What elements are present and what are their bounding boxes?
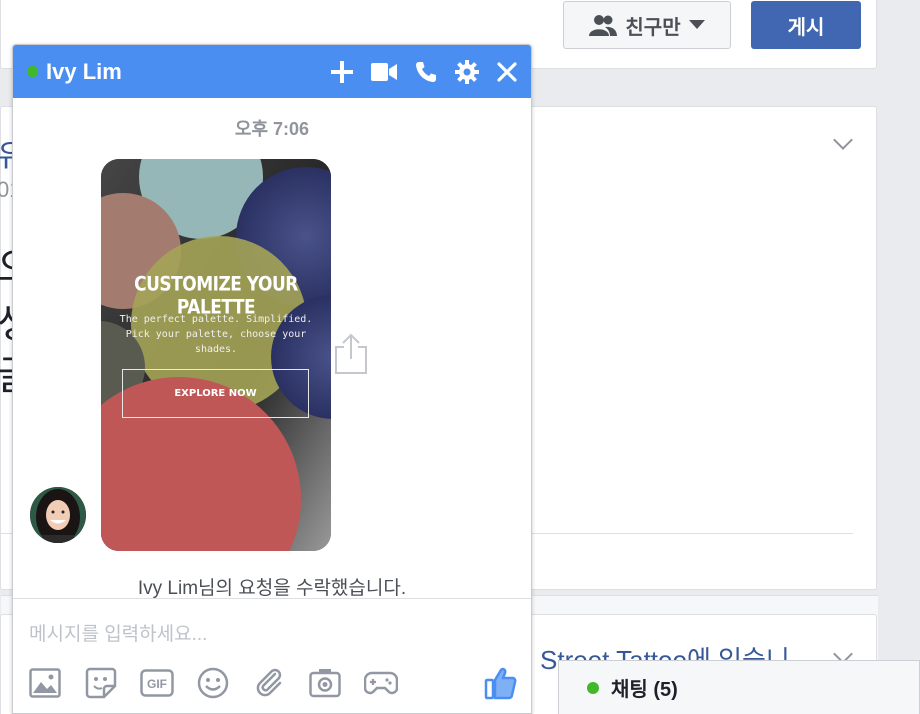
like-button[interactable]: [483, 665, 519, 701]
message-composer: GIF: [13, 598, 531, 713]
sticker-icon: [85, 667, 117, 699]
games-button[interactable]: [363, 665, 399, 701]
photo-icon: [29, 668, 61, 698]
attach-file-button[interactable]: [251, 665, 287, 701]
share-icon[interactable]: [333, 333, 369, 375]
message-input[interactable]: [29, 613, 509, 657]
sticker-button[interactable]: [83, 665, 119, 701]
friends-icon: [589, 15, 618, 36]
shared-ad-card[interactable]: CUSTOMIZE YOUR PALETTE The perfect palet…: [101, 159, 331, 551]
emoji-icon: [197, 667, 229, 699]
request-accepted-notice: Ivy Lim님의 요청을 수락했습니다.: [137, 578, 407, 599]
camera-button[interactable]: [307, 665, 343, 701]
gif-label: GIF: [147, 677, 167, 691]
video-call-icon[interactable]: [371, 62, 397, 81]
gif-button[interactable]: GIF: [139, 665, 175, 701]
chat-dock-tab[interactable]: 채팅 (5): [558, 660, 920, 714]
ad-subtitle: The perfect palette. Simplified. Pick yo…: [119, 314, 313, 355]
contact-name[interactable]: Ivy Lim: [46, 59, 331, 85]
chat-header[interactable]: Ivy Lim: [13, 45, 531, 98]
add-people-icon[interactable]: [331, 60, 353, 83]
privacy-selector-button[interactable]: 친구만: [563, 1, 731, 49]
emoji-button[interactable]: [195, 665, 231, 701]
thumbs-up-icon: [484, 667, 517, 700]
online-indicator-icon: [587, 681, 599, 694]
ad-cta-button[interactable]: EXPLORE NOW: [122, 369, 309, 418]
game-controller-icon: [364, 671, 398, 695]
close-icon[interactable]: [497, 61, 517, 82]
paperclip-icon: [256, 668, 282, 697]
chat-dock-label: 채팅 (5): [611, 679, 678, 701]
message-timestamp: 오후 7:06: [234, 119, 310, 139]
online-status-icon: [27, 66, 38, 77]
contact-avatar[interactable]: [30, 487, 86, 543]
voice-call-icon[interactable]: [415, 61, 437, 83]
privacy-label: 친구만: [625, 16, 681, 39]
messenger-chat-window: Ivy Lim 오후 7:06 CUSTOMIZE YOUR PALETTE T…: [12, 44, 532, 714]
photo-button[interactable]: [27, 665, 63, 701]
caret-down-icon: [688, 20, 705, 29]
composer-toolbar: GIF: [27, 665, 519, 701]
settings-gear-icon[interactable]: [455, 59, 479, 84]
avatar-image: [30, 487, 86, 543]
post-options-chevron-icon[interactable]: [833, 130, 853, 150]
post-button[interactable]: 게시: [751, 1, 861, 49]
gif-icon: GIF: [140, 669, 174, 697]
camera-icon: [309, 669, 341, 698]
